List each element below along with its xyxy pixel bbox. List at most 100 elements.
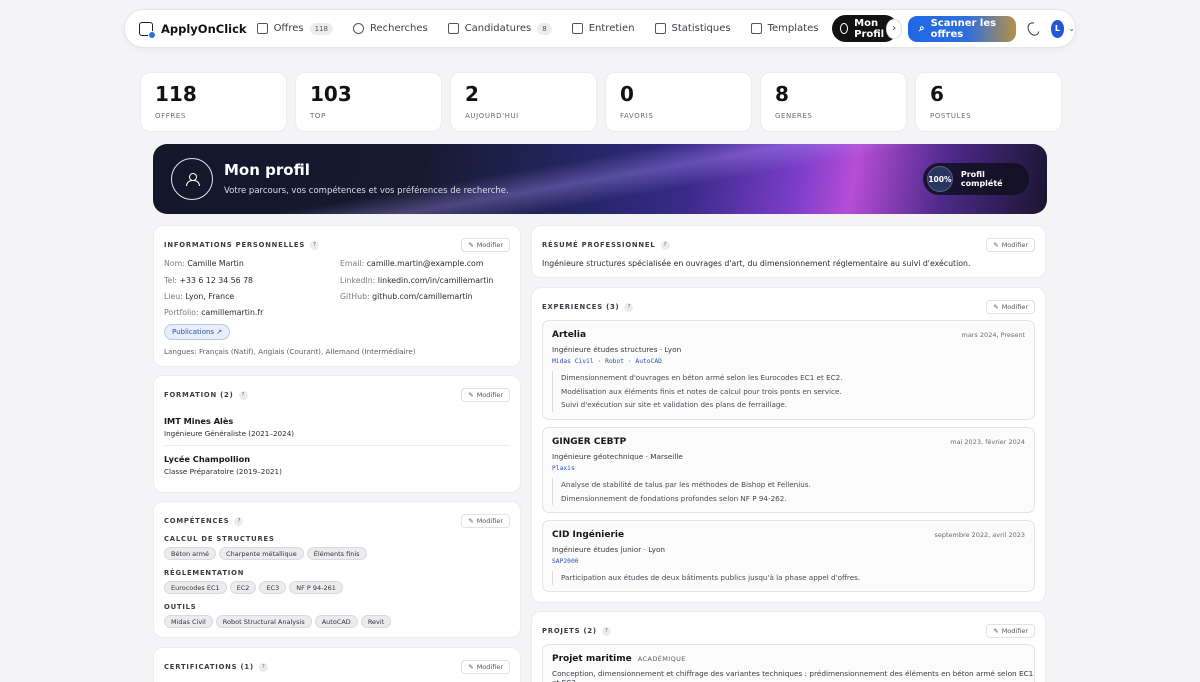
nav-item-candidatures[interactable]: Candidatures 8 — [438, 15, 562, 43]
card-header: INFORMATIONS PERSONNELLES ? ✎ Modifier — [164, 238, 510, 252]
card-title: EXPERIENCES (3) — [542, 303, 620, 311]
help-icon[interactable]: ? — [234, 516, 244, 526]
scan-offers-button[interactable]: ⌕ Scanner les offres — [907, 15, 1016, 42]
experience-tech: SAP2000 — [552, 558, 579, 565]
field-value: Lyon, France — [185, 292, 235, 301]
pencil-icon: ✎ — [993, 627, 999, 635]
edit-button[interactable]: ✎ Modifier — [986, 624, 1035, 638]
competences-card: COMPÉTENCES ? ✎ Modifier CALCUL DE STRUCT… — [153, 501, 521, 638]
field-lieu: Lieu: Lyon, France — [164, 292, 234, 301]
stat-label: OFFRES — [155, 112, 186, 120]
experience-item: GINGER CEBTP mai 2023, février 2024 Ingé… — [542, 427, 1035, 513]
skill-chips: Eurocodes EC1 EC2 EC3 NF P 94-261 — [164, 581, 346, 594]
nav-item-statistiques[interactable]: Statistiques — [645, 15, 741, 43]
company-name: Artelia — [552, 330, 587, 340]
edit-button[interactable]: ✎ Modifier — [461, 514, 510, 528]
help-icon[interactable]: ? — [624, 302, 634, 312]
skill-chip: Éléments finis — [306, 547, 367, 560]
nav-label: Mon Profil — [854, 17, 885, 40]
bar-chart-icon — [654, 23, 666, 34]
skill-group-title: RÉGLEMENTATION — [164, 569, 245, 577]
edit-button[interactable]: ✎ Modifier — [461, 238, 510, 252]
skill-chip: Midas Civil — [164, 615, 213, 628]
nav-item-templates[interactable]: Templates — [741, 15, 829, 43]
stat-value: 103 — [310, 82, 352, 106]
user-icon — [840, 23, 849, 34]
bullet: Dimensionnement d'ouvrages en béton armé… — [561, 373, 843, 382]
field-linkedin[interactable]: LinkedIn: linkedin.com/in/camillemartin — [340, 276, 493, 285]
skill-group-title: CALCUL DE STRUCTURES — [164, 535, 275, 543]
nav-label: Statistiques — [671, 23, 731, 34]
field-portfolio[interactable]: Portfolio: camillemartin.fr — [164, 308, 263, 317]
experience-item: CID Ingénierie septembre 2022, avril 202… — [542, 520, 1035, 592]
card-title: RÉSUMÉ PROFESSIONNEL — [542, 241, 656, 249]
nav-item-entretien[interactable]: Entretien — [562, 15, 645, 43]
skill-chips: Midas Civil Robot Structural Analysis Auto… — [164, 615, 394, 628]
experiences-card: EXPERIENCES (3) ? ✎ Modifier Artelia mars… — [531, 287, 1046, 603]
experience-bullets: Participation aux études de deux bâtimen… — [552, 571, 860, 585]
help-icon[interactable]: ? — [660, 240, 670, 250]
card-header: RÉSUMÉ PROFESSIONNEL ? ✎ Modifier — [542, 238, 1035, 252]
edit-button[interactable]: ✎ Modifier — [461, 660, 510, 674]
card-title: COMPÉTENCES — [164, 517, 230, 525]
profile-completion-badge: 100% Profil complété — [923, 163, 1029, 195]
personal-info-card: INFORMATIONS PERSONNELLES ? ✎ Modifier No… — [153, 225, 521, 367]
stats-row: 118 OFFRES 103 TOP 2 AUJOURD'HUI 0 FAVORIS 8… — [140, 72, 1062, 132]
skill-chip: AutoCAD — [314, 615, 358, 628]
field-value: camillemartin.fr — [201, 308, 264, 317]
edit-button[interactable]: ✎ Modifier — [986, 238, 1035, 252]
publications-link[interactable]: Publications ↗ — [164, 324, 231, 340]
chevron-down-icon[interactable]: ⌄ — [1068, 24, 1075, 33]
field-tel: Tel: +33 6 12 34 56 78 — [164, 276, 253, 285]
help-icon[interactable]: ? — [238, 390, 248, 400]
help-icon[interactable]: ? — [310, 240, 320, 250]
avatar[interactable]: L — [1050, 19, 1065, 38]
stat-value: 0 — [620, 82, 634, 106]
nav-item-offres[interactable]: Offres 118 — [247, 15, 343, 43]
experience-dates: mai 2023, février 2024 — [950, 438, 1025, 446]
card-header: FORMATION (2) ? ✎ Modifier — [164, 388, 510, 402]
stat-card-offres: 118 OFFRES — [140, 72, 287, 132]
brand[interactable]: ApplyOnClick — [139, 21, 247, 39]
field-label: Portfolio: — [164, 308, 199, 317]
completion-percent: 100% — [927, 166, 953, 192]
languages-text: Langues: Français (Natif), Anglais (Cour… — [164, 347, 416, 356]
project-tag: ACADÉMIQUE — [637, 655, 686, 663]
briefcase-icon — [256, 23, 268, 34]
experience-item: Artelia mars 2024, Present Ingénieure ét… — [542, 320, 1035, 420]
nav-item-recherches[interactable]: Recherches — [343, 15, 438, 43]
chat-icon — [571, 23, 583, 34]
field-nom: Nom: Camille Martin — [164, 259, 244, 268]
experience-dates: mars 2024, Present — [961, 331, 1025, 339]
experience-tech: Midas Civil · Robot · AutoCAD — [552, 358, 662, 365]
page-subtitle: Votre parcours, vos compétences et vos p… — [224, 186, 509, 196]
search-icon: ⌕ — [918, 23, 925, 34]
experience-role: Ingénieure études junior · Lyon — [552, 545, 666, 554]
skill-group-title: OUTILS — [164, 603, 197, 611]
stat-value: 2 — [465, 82, 479, 106]
resume-card: RÉSUMÉ PROFESSIONNEL ? ✎ Modifier Ingénie… — [531, 225, 1046, 278]
document-icon — [750, 23, 762, 34]
nav-label: Entretien — [588, 23, 635, 34]
field-value: Camille Martin — [187, 259, 244, 268]
edit-label: Modifier — [476, 391, 503, 399]
help-icon[interactable]: ? — [601, 626, 611, 636]
resume-text: Ingénieure structures spécialisée en ouv… — [542, 259, 971, 268]
help-icon[interactable]: ? — [258, 662, 268, 672]
formation-school: IMT Mines Alès — [164, 416, 234, 426]
edit-button[interactable]: ✎ Modifier — [986, 300, 1035, 314]
skill-chip: Revit — [360, 615, 392, 628]
edit-button[interactable]: ✎ Modifier — [461, 388, 510, 402]
moon-icon[interactable] — [1024, 19, 1042, 38]
field-github[interactable]: GitHub: github.com/camillemartin — [340, 292, 473, 301]
project-title: Projet maritime — [552, 654, 632, 664]
card-title: PROJETS (2) — [542, 627, 597, 635]
nav-scroll-right-button[interactable]: › — [886, 18, 902, 39]
pencil-icon: ✎ — [468, 663, 474, 671]
field-email[interactable]: Email: camille.martin@example.com — [340, 259, 483, 268]
field-value: camille.martin@example.com — [366, 259, 484, 268]
nav-label: Recherches — [369, 23, 428, 34]
edit-label: Modifier — [1001, 627, 1028, 635]
field-value: +33 6 12 34 56 78 — [179, 276, 254, 285]
experience-dates: septembre 2022, avril 2023 — [934, 531, 1025, 539]
